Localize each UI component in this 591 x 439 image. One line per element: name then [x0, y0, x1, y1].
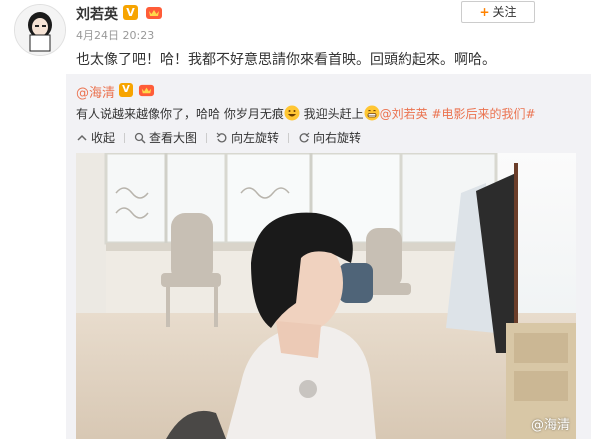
follow-label: 关注 — [492, 5, 517, 19]
toolbar-divider — [124, 133, 126, 143]
rotate-right-icon — [298, 132, 310, 144]
watermark: @海清 — [530, 418, 570, 433]
collapse-button[interactable]: 收起 — [76, 129, 115, 146]
repost-text-part2: 我迎头赶上 — [299, 107, 364, 121]
rotate-left-label: 向左旋转 — [231, 131, 280, 145]
toolbar-divider — [288, 133, 290, 143]
magnifier-icon — [134, 132, 146, 144]
username[interactable]: 刘若英 — [76, 4, 118, 24]
repost-box: @海清 V 有人说越来越像你了，哈哈 你岁月无痕 我迎头赶上 @刘若英 #电影后来… — [66, 74, 591, 439]
repost-text: 有人说越来越像你了，哈哈 你岁月无痕 我迎头赶上 @刘若英 #电影后来的我们# — [76, 105, 536, 122]
mention-link[interactable]: @刘若英 — [380, 107, 428, 121]
hashtag-link[interactable]: #电影后来的我们# — [428, 107, 535, 121]
rotate-right-label: 向右旋转 — [313, 131, 362, 145]
toolbar-divider — [206, 133, 208, 143]
post-photo[interactable]: @海清 — [76, 153, 576, 439]
view-large-button[interactable]: 查看大图 — [134, 129, 197, 146]
avatar[interactable] — [14, 4, 66, 56]
post-text: 也太像了吧！哈！我都不好意思請你來看首映。回頭約起來。啊哈。 — [76, 52, 496, 68]
member-badge-icon — [145, 4, 163, 21]
post-timestamp[interactable]: 4月24日 20:23 — [76, 27, 154, 43]
repost-verified-badge-icon: V — [119, 83, 133, 97]
rotate-left-icon — [216, 132, 228, 144]
collapse-label: 收起 — [91, 131, 116, 145]
rotate-right-button[interactable]: 向右旋转 — [298, 129, 361, 146]
grin-emoji-icon — [284, 105, 300, 121]
rotate-left-button[interactable]: 向左旋转 — [216, 129, 279, 146]
view-large-label: 查看大图 — [149, 131, 198, 145]
verified-badge-icon: V — [123, 5, 138, 20]
follow-button[interactable]: + 关注 — [461, 1, 535, 23]
plus-icon: + — [479, 5, 490, 19]
collapse-icon — [76, 132, 88, 144]
repost-text-part1: 有人说越来越像你了，哈哈 你岁月无痕 — [76, 107, 284, 121]
image-toolbar: 收起 查看大图 向左旋转 向右旋转 — [76, 129, 370, 146]
photo-scene — [76, 153, 576, 439]
repost-member-badge-icon — [138, 82, 155, 98]
toothy-smile-emoji-icon — [364, 105, 380, 121]
repost-username[interactable]: @海清 — [76, 82, 115, 101]
